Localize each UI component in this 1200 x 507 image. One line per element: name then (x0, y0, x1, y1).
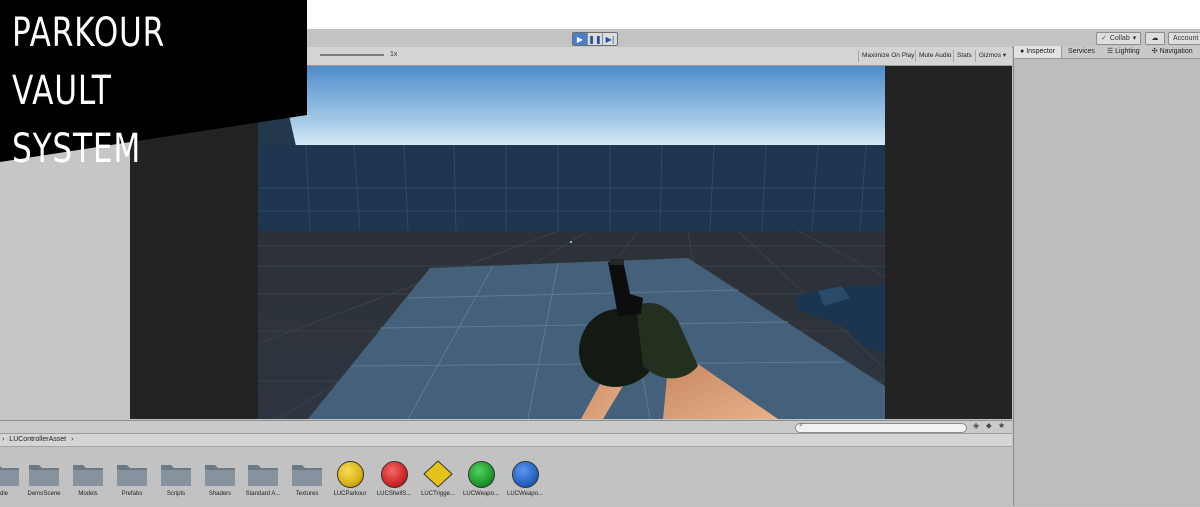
asset-label: Textures (295, 491, 319, 497)
check-icon: ✓ (1101, 35, 1107, 42)
diamond-icon (423, 460, 453, 488)
prefab-icon (511, 460, 539, 488)
asset-item[interactable]: DemoScene (22, 461, 66, 506)
asset-label: Scripts (166, 491, 186, 497)
filter-icon[interactable]: ◈ (973, 421, 979, 430)
gizmos-label: Gizmos (979, 52, 1002, 59)
label-icon[interactable]: ⬥ (986, 421, 992, 431)
cloud-icon: ☁ (1151, 35, 1159, 42)
stats-toggle[interactable]: Stats (953, 50, 975, 62)
game-scene (258, 66, 885, 419)
chevron-down-icon: ▾ (1132, 35, 1137, 42)
scale-slider[interactable] (320, 54, 384, 56)
pistol-slide (610, 259, 624, 265)
search-input[interactable]: ⌕ (795, 421, 967, 433)
mute-audio-toggle[interactable]: Mute Audio (915, 50, 955, 62)
asset-label: LUCWeapo... (507, 491, 543, 497)
tab-navigation-label: Navigation (1159, 48, 1193, 55)
navigation-icon: ✣ (1151, 48, 1158, 55)
asset-label: Standard A... (245, 491, 281, 497)
tab-lighting[interactable]: ☰ Lighting (1101, 46, 1146, 58)
prefab-icon (467, 460, 495, 488)
pause-icon: ❚❚ (588, 34, 602, 44)
play-button[interactable]: ▶ (573, 33, 588, 45)
inspector-panel: ● Inspector Services ☰ Lighting ✣ Naviga… (1013, 46, 1200, 506)
tab-lighting-label: Lighting (1115, 48, 1140, 55)
asset-item[interactable]: Standard A... (241, 461, 285, 506)
asset-label: Models (78, 491, 98, 497)
tab-inspector[interactable]: ● Inspector (1014, 46, 1063, 58)
tab-navigation[interactable]: ✣ Navigation (1146, 46, 1199, 58)
asset-label: LUCParkour (333, 491, 367, 497)
asset-item[interactable]: Shaders (198, 461, 242, 506)
asset-label: Prefabs (121, 491, 143, 497)
asset-label: Shaders (208, 491, 232, 497)
folder-icon (291, 461, 323, 487)
asset-label: DemoScene (27, 491, 61, 497)
maximize-on-play-toggle[interactable]: Maximize On Play (858, 50, 917, 62)
pause-button[interactable]: ❚❚ (588, 33, 603, 45)
game-viewport[interactable] (258, 66, 885, 419)
asset-item[interactable]: Prefabs (110, 461, 154, 506)
chevron-right-icon: › (2, 436, 5, 443)
project-header: ⌕ ◈ ⬥ ★ (0, 421, 1012, 434)
search-icon: ⌕ (799, 421, 803, 429)
crosshair (570, 241, 572, 243)
banner-title-line1: Parkour Vault (12, 10, 166, 114)
breadcrumb: › LUControllerAsset › (0, 434, 1012, 447)
asset-item[interactable]: LUCWeapo... (503, 460, 547, 506)
asset-label: LUCTrigge... (421, 491, 455, 497)
folder-icon (204, 461, 236, 487)
folder-icon (247, 461, 279, 487)
star-icon[interactable]: ★ (998, 421, 1005, 430)
banner-title-line2: System (12, 126, 142, 172)
asset-item[interactable]: LUCTrigge... (416, 460, 460, 506)
folder-icon (160, 461, 192, 487)
step-button[interactable]: ▶| (603, 33, 617, 45)
asset-label: LUCWeapo... (463, 491, 499, 497)
scale-label: 1x (390, 51, 398, 58)
asset-item[interactable]: Textures (285, 461, 329, 506)
tab-inspector-label: Inspector (1026, 48, 1056, 55)
tab-services-label: Services (1068, 48, 1095, 55)
tab-services[interactable]: Services (1062, 46, 1101, 58)
account-label: Account (1173, 35, 1199, 42)
asset-item[interactable]: LUCShellS... (372, 460, 416, 506)
collab-label: Collab (1109, 35, 1130, 42)
breadcrumb-item[interactable]: LUControllerAsset (9, 436, 66, 443)
play-icon: ▶ (576, 34, 584, 44)
gizmos-toggle[interactable]: Gizmos ▾ (975, 50, 1009, 62)
asset-item[interactable]: Scripts (154, 461, 198, 506)
folder-icon (0, 461, 20, 487)
asset-item[interactable]: LUCParkour (328, 460, 372, 506)
title-banner: Parkour Vault System (0, 0, 307, 172)
account-button[interactable]: Account (1168, 32, 1200, 45)
cloud-button[interactable]: ☁ (1145, 32, 1165, 45)
collab-button[interactable]: ✓ Collab ▾ (1096, 32, 1142, 45)
folder-icon (72, 461, 104, 487)
playback-controls: ▶ ❚❚ ▶| (572, 32, 618, 46)
folder-icon (28, 461, 60, 487)
prefab-icon (380, 460, 408, 488)
prefab-icon (336, 460, 364, 488)
inspector-tabs: ● Inspector Services ☰ Lighting ✣ Naviga… (1014, 46, 1200, 59)
step-icon: ▶| (605, 34, 615, 44)
banner-title: Parkour Vault System (12, 4, 234, 178)
chevron-right-icon: › (71, 436, 74, 443)
sky (258, 66, 885, 146)
lighting-icon: ☰ (1106, 48, 1114, 55)
asset-item[interactable]: Models (66, 461, 110, 506)
info-icon: ● (1020, 48, 1025, 55)
folder-icon (116, 461, 148, 487)
asset-label: LUCShellS... (376, 491, 412, 497)
project-panel: ⌕ ◈ ⬥ ★ › LUControllerAsset › die DemoSc… (0, 420, 1012, 507)
asset-item[interactable]: LUCWeapo... (459, 460, 503, 506)
asset-label: die (0, 491, 8, 497)
